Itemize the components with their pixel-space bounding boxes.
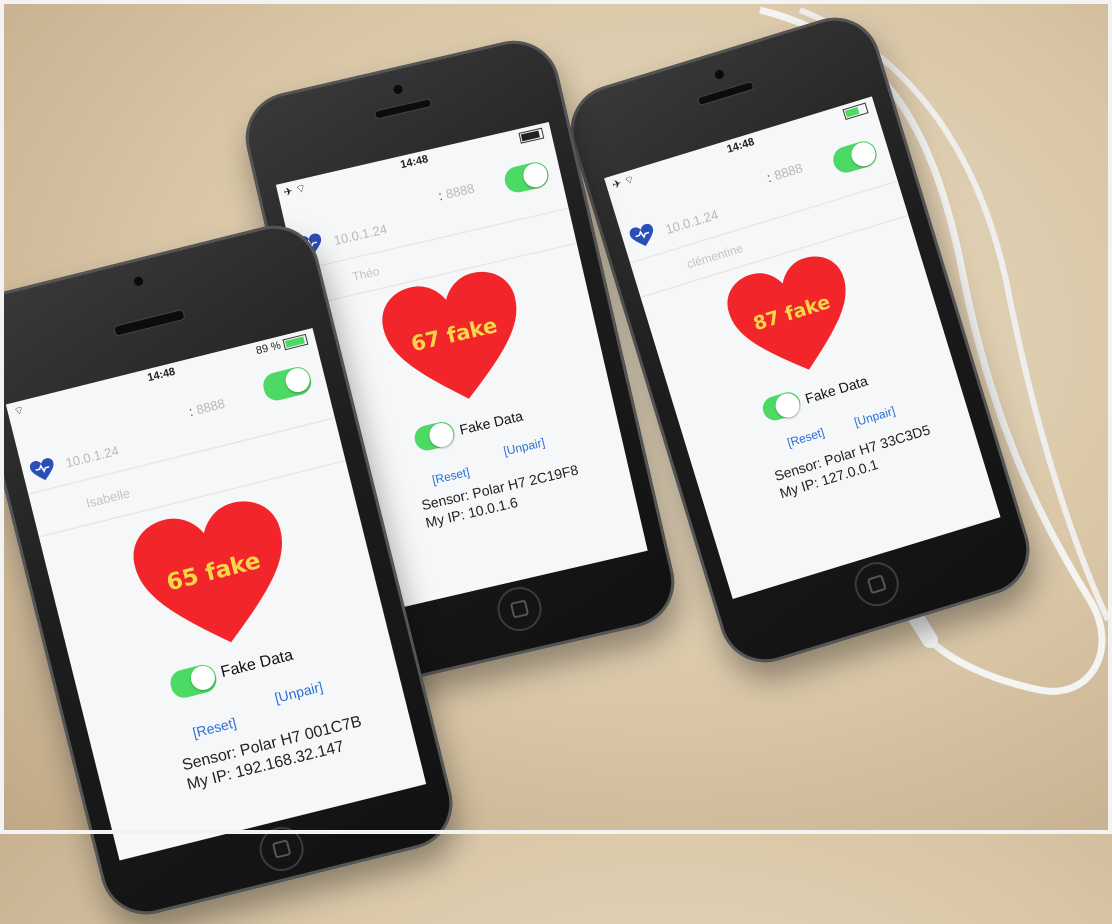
battery-percent: 89 % [254, 339, 283, 358]
battery-icon [518, 127, 545, 144]
port-value: 8888 [194, 395, 227, 418]
heart-logo-icon [629, 223, 654, 246]
fake-data-toggle[interactable] [167, 662, 220, 701]
server-port-input[interactable]: :8888 [187, 396, 226, 419]
port-value: 8888 [444, 180, 476, 202]
home-button[interactable] [254, 822, 309, 876]
fake-data-toggle[interactable] [759, 389, 804, 424]
unpair-link[interactable]: [Unpair] [853, 404, 897, 430]
fake-data-toggle[interactable] [412, 419, 457, 453]
camera [392, 84, 404, 95]
server-host-input[interactable]: 10.0.1.24 [64, 443, 120, 471]
heart-logo-icon [29, 458, 54, 481]
server-port-input[interactable]: :8888 [765, 160, 804, 185]
home-button[interactable] [849, 556, 905, 612]
fake-data-label: Fake Data [457, 407, 525, 438]
connect-toggle[interactable] [502, 159, 551, 195]
status-bar: ✈ ⌔ 14:48 [604, 96, 877, 195]
home-button[interactable] [493, 582, 546, 636]
heart-rate-display: 65 fake [126, 493, 305, 663]
battery-icon: 89 % [254, 333, 309, 358]
heart-rate-display: 67 fake [375, 265, 535, 416]
port-value: 8888 [772, 160, 805, 183]
heart-rate-display: 87 fake [720, 249, 867, 389]
server-port-input[interactable]: :8888 [437, 181, 476, 204]
connect-toggle[interactable] [260, 364, 314, 404]
speaker [113, 308, 186, 337]
speaker [696, 80, 755, 107]
reset-link[interactable]: [Reset] [431, 465, 471, 487]
user-name-input[interactable]: Isabelle [84, 485, 131, 510]
server-host-input[interactable]: 10.0.1.24 [332, 221, 388, 248]
reset-link[interactable]: [Reset] [786, 425, 826, 450]
fake-data-label: Fake Data [803, 372, 870, 407]
unpair-link[interactable]: [Unpair] [502, 435, 546, 458]
battery-icon [842, 102, 869, 120]
connect-toggle[interactable] [830, 138, 880, 176]
speaker [373, 97, 433, 120]
reset-link[interactable]: [Reset] [191, 714, 238, 740]
server-host-input[interactable]: 10.0.1.24 [664, 207, 720, 237]
fake-data-label: Fake Data [219, 646, 295, 682]
camera [713, 68, 725, 81]
user-name-input[interactable]: Théo [351, 264, 381, 284]
camera [133, 275, 144, 287]
status-time: 14:48 [725, 136, 756, 156]
unpair-link[interactable]: [Unpair] [273, 678, 324, 705]
